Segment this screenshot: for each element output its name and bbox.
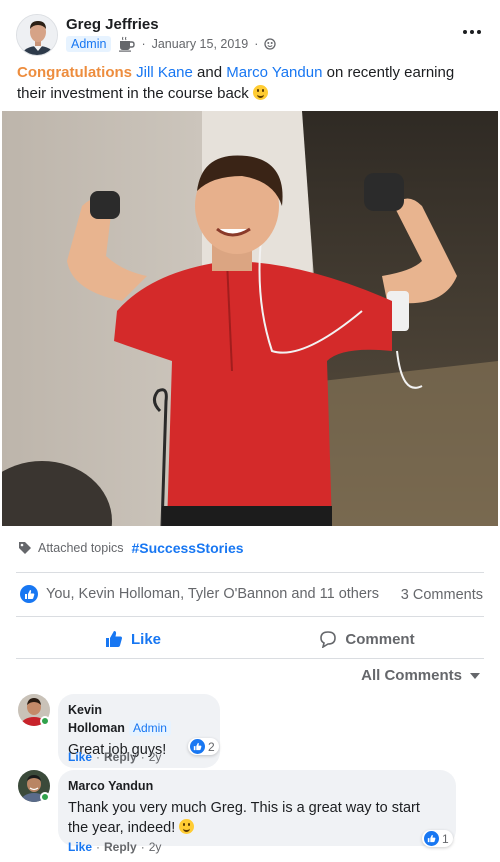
author-name[interactable]: Greg Jeffries	[66, 16, 159, 33]
comments-count[interactable]: 3 Comments	[401, 587, 483, 603]
more-options-button[interactable]	[460, 24, 484, 40]
like-reaction-icon	[190, 739, 205, 754]
post-header: Greg Jeffries Admin · January 15, 2019 ·	[16, 14, 484, 58]
caret-down-icon	[470, 672, 480, 679]
admin-badge: Admin	[128, 720, 171, 736]
comment-reply-link[interactable]: Reply	[104, 750, 137, 764]
comment-age: 2y	[148, 840, 162, 854]
comment-button-label: Comment	[345, 630, 415, 648]
separator: ·	[140, 750, 145, 764]
comment-like-link[interactable]: Like	[68, 750, 92, 764]
tag-icon	[18, 541, 32, 555]
admin-badge: Admin	[66, 36, 112, 52]
divider	[16, 616, 484, 617]
comment-reply-link[interactable]: Reply	[104, 840, 137, 854]
divider	[16, 572, 484, 573]
comment-item: Marco Yandun Thank you very much Greg. T…	[18, 770, 484, 860]
topic-link[interactable]: #SuccessStories	[131, 540, 243, 556]
comment-like-link[interactable]: Like	[68, 840, 92, 854]
comment-header: Marco Yandun	[68, 777, 444, 795]
thumbs-up-icon	[105, 631, 122, 647]
comment-reaction-count[interactable]: 2	[188, 738, 219, 755]
comment-actions: Like · Reply · 2y	[68, 840, 161, 854]
comment-age: 2y	[148, 750, 162, 764]
smiling-face-emoji	[179, 819, 195, 834]
separator: ·	[96, 840, 101, 854]
post-card: Greg Jeffries Admin · January 15, 2019 ·	[0, 0, 500, 862]
post-date[interactable]: January 15, 2019	[152, 37, 249, 51]
post-text-highlight: Congratulations	[17, 64, 132, 81]
post-text: Congratulations Jill Kane and Marco Yand…	[17, 62, 487, 104]
online-status-dot	[40, 716, 50, 726]
more-dot	[470, 30, 474, 34]
comment-reaction-count[interactable]: 1	[422, 830, 453, 847]
reaction-count: 1	[442, 831, 449, 846]
like-reaction-icon	[424, 831, 439, 846]
comment-text-content: Thank you very much Greg. This is a grea…	[68, 800, 420, 836]
comments-filter-label: All Comments	[361, 667, 462, 684]
comment-bubble-icon	[320, 631, 337, 648]
comment-button[interactable]: Comment	[250, 620, 484, 658]
post-meta: Admin · January 15, 2019 ·	[66, 36, 277, 52]
comment-text: Thank you very much Greg. This is a grea…	[68, 798, 444, 838]
like-reaction-icon	[20, 585, 38, 603]
globe-icon[interactable]	[264, 38, 277, 50]
reactions-summary[interactable]: You, Kevin Holloman, Tyler O'Bannon and …	[20, 585, 379, 603]
commenter-name[interactable]: Kevin Holloman	[68, 703, 125, 735]
commenter-name[interactable]: Marco Yandun	[68, 779, 153, 793]
reactions-summary-text: You, Kevin Holloman, Tyler O'Bannon and …	[46, 586, 379, 602]
reaction-count: 2	[208, 739, 215, 754]
meta-separator: ·	[141, 37, 146, 51]
comments-filter-dropdown[interactable]: All Comments	[361, 667, 480, 684]
mention-jill-kane[interactable]: Jill Kane	[136, 64, 193, 81]
meta-separator: ·	[254, 37, 259, 51]
post-text-and: and	[197, 64, 223, 81]
coffee-cup-icon	[117, 36, 136, 52]
post-actions: Like Comment	[16, 620, 484, 658]
comment-actions: Like · Reply · 2y	[68, 750, 161, 764]
separator: ·	[140, 840, 145, 854]
more-dots-icon	[463, 30, 467, 34]
attached-topics: Attached topics #SuccessStories	[18, 540, 244, 556]
separator: ·	[96, 750, 101, 764]
like-button-label: Like	[130, 630, 161, 648]
author-avatar[interactable]	[16, 14, 58, 56]
comment-item: Kevin Holloman Admin Great job guys! 2 Li…	[18, 694, 484, 768]
like-button[interactable]: Like	[16, 620, 250, 658]
more-dot	[477, 30, 481, 34]
attached-topics-label: Attached topics	[38, 541, 124, 555]
post-photo[interactable]	[2, 111, 498, 526]
winking-face-emoji	[252, 85, 268, 100]
divider	[16, 658, 484, 659]
comment-bubble: Marco Yandun Thank you very much Greg. T…	[58, 770, 456, 846]
online-status-dot	[40, 792, 50, 802]
comment-header: Kevin Holloman Admin	[68, 701, 208, 737]
mention-marco-yandun[interactable]: Marco Yandun	[226, 64, 322, 81]
